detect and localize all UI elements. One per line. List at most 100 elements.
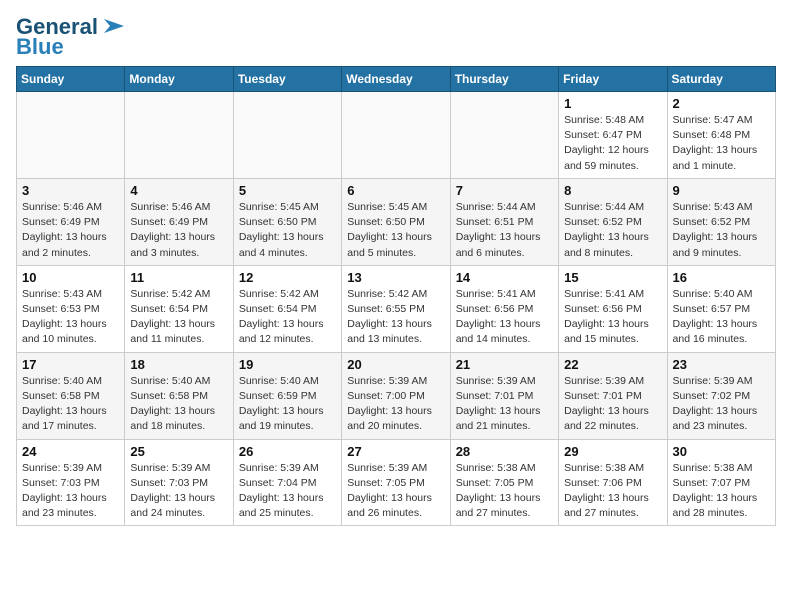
day-info: Sunrise: 5:38 AM Sunset: 7:05 PM Dayligh… bbox=[456, 461, 553, 522]
day-info: Sunrise: 5:44 AM Sunset: 6:51 PM Dayligh… bbox=[456, 200, 553, 261]
day-number: 16 bbox=[673, 270, 770, 285]
calendar-cell: 5Sunrise: 5:45 AM Sunset: 6:50 PM Daylig… bbox=[233, 178, 341, 265]
calendar-cell: 23 Sunrise: 5:39 AM Sunset: 7:02 PM Dayli… bbox=[667, 352, 775, 439]
day-number: 20 bbox=[347, 357, 444, 372]
logo-blue: Blue bbox=[16, 36, 64, 58]
day-info: Sunrise: 5:39 AM Sunset: 7:02 PM Dayligh… bbox=[673, 374, 770, 435]
calendar-cell: 18 Sunrise: 5:40 AM Sunset: 6:58 PM Dayli… bbox=[125, 352, 233, 439]
calendar-header-tuesday: Tuesday bbox=[233, 67, 341, 92]
calendar-cell: 29 Sunrise: 5:38 AM Sunset: 7:06 PM Dayli… bbox=[559, 439, 667, 526]
calendar-cell: 12Sunrise: 5:42 AM Sunset: 6:54 PM Dayli… bbox=[233, 265, 341, 352]
day-number: 3 bbox=[22, 183, 119, 198]
calendar-cell: 4 Sunrise: 5:46 AM Sunset: 6:49 PM Daylig… bbox=[125, 178, 233, 265]
calendar-cell: 24 Sunrise: 5:39 AM Sunset: 7:03 PM Dayli… bbox=[17, 439, 125, 526]
calendar-body: 1 Sunrise: 5:48 AM Sunset: 6:47 PM Daylig… bbox=[17, 92, 776, 526]
day-info: Sunrise: 5:46 AM Sunset: 6:49 PM Dayligh… bbox=[22, 200, 119, 261]
day-number: 24 bbox=[22, 444, 119, 459]
day-info: Sunrise: 5:41 AM Sunset: 6:56 PM Dayligh… bbox=[564, 287, 661, 348]
calendar-cell bbox=[342, 92, 450, 179]
day-number: 25 bbox=[130, 444, 227, 459]
day-number: 19 bbox=[239, 357, 336, 372]
day-info: Sunrise: 5:45 AM Sunset: 6:50 PM Dayligh… bbox=[347, 200, 444, 261]
calendar-cell: 26 Sunrise: 5:39 AM Sunset: 7:04 PM Dayli… bbox=[233, 439, 341, 526]
day-info: Sunrise: 5:44 AM Sunset: 6:52 PM Dayligh… bbox=[564, 200, 661, 261]
day-number: 10 bbox=[22, 270, 119, 285]
calendar-header-sunday: Sunday bbox=[17, 67, 125, 92]
calendar-cell: 19 Sunrise: 5:40 AM Sunset: 6:59 PM Dayli… bbox=[233, 352, 341, 439]
calendar-header: SundayMondayTuesdayWednesdayThursdayFrid… bbox=[17, 67, 776, 92]
logo-arrow-icon bbox=[100, 15, 128, 37]
calendar-header-wednesday: Wednesday bbox=[342, 67, 450, 92]
logo: General Blue bbox=[16, 16, 128, 58]
calendar-table: SundayMondayTuesdayWednesdayThursdayFrid… bbox=[16, 66, 776, 526]
day-info: Sunrise: 5:40 AM Sunset: 6:59 PM Dayligh… bbox=[239, 374, 336, 435]
day-info: Sunrise: 5:39 AM Sunset: 7:04 PM Dayligh… bbox=[239, 461, 336, 522]
calendar-cell: 8Sunrise: 5:44 AM Sunset: 6:52 PM Daylig… bbox=[559, 178, 667, 265]
day-info: Sunrise: 5:40 AM Sunset: 6:58 PM Dayligh… bbox=[130, 374, 227, 435]
calendar-cell: 13Sunrise: 5:42 AM Sunset: 6:55 PM Dayli… bbox=[342, 265, 450, 352]
day-info: Sunrise: 5:40 AM Sunset: 6:58 PM Dayligh… bbox=[22, 374, 119, 435]
calendar-cell bbox=[17, 92, 125, 179]
calendar-cell bbox=[450, 92, 558, 179]
day-info: Sunrise: 5:46 AM Sunset: 6:49 PM Dayligh… bbox=[130, 200, 227, 261]
day-info: Sunrise: 5:47 AM Sunset: 6:48 PM Dayligh… bbox=[673, 113, 770, 174]
calendar-cell: 25 Sunrise: 5:39 AM Sunset: 7:03 PM Dayli… bbox=[125, 439, 233, 526]
calendar-cell: 10 Sunrise: 5:43 AM Sunset: 6:53 PM Dayli… bbox=[17, 265, 125, 352]
day-info: Sunrise: 5:42 AM Sunset: 6:55 PM Dayligh… bbox=[347, 287, 444, 348]
calendar-cell: 27 Sunrise: 5:39 AM Sunset: 7:05 PM Dayli… bbox=[342, 439, 450, 526]
day-number: 30 bbox=[673, 444, 770, 459]
calendar-cell: 2 Sunrise: 5:47 AM Sunset: 6:48 PM Daylig… bbox=[667, 92, 775, 179]
calendar-cell: 28 Sunrise: 5:38 AM Sunset: 7:05 PM Dayli… bbox=[450, 439, 558, 526]
calendar-cell: 14Sunrise: 5:41 AM Sunset: 6:56 PM Dayli… bbox=[450, 265, 558, 352]
calendar-cell: 16 Sunrise: 5:40 AM Sunset: 6:57 PM Dayli… bbox=[667, 265, 775, 352]
day-number: 28 bbox=[456, 444, 553, 459]
day-number: 9 bbox=[673, 183, 770, 198]
day-info: Sunrise: 5:40 AM Sunset: 6:57 PM Dayligh… bbox=[673, 287, 770, 348]
day-number: 26 bbox=[239, 444, 336, 459]
calendar-cell bbox=[233, 92, 341, 179]
calendar-cell: 6 Sunrise: 5:45 AM Sunset: 6:50 PM Daylig… bbox=[342, 178, 450, 265]
calendar-cell: 9 Sunrise: 5:43 AM Sunset: 6:52 PM Daylig… bbox=[667, 178, 775, 265]
calendar-header-saturday: Saturday bbox=[667, 67, 775, 92]
day-info: Sunrise: 5:42 AM Sunset: 6:54 PM Dayligh… bbox=[130, 287, 227, 348]
day-number: 23 bbox=[673, 357, 770, 372]
day-number: 18 bbox=[130, 357, 227, 372]
day-info: Sunrise: 5:39 AM Sunset: 7:03 PM Dayligh… bbox=[22, 461, 119, 522]
day-info: Sunrise: 5:38 AM Sunset: 7:07 PM Dayligh… bbox=[673, 461, 770, 522]
day-number: 17 bbox=[22, 357, 119, 372]
day-number: 1 bbox=[564, 96, 661, 111]
day-info: Sunrise: 5:43 AM Sunset: 6:53 PM Dayligh… bbox=[22, 287, 119, 348]
day-number: 4 bbox=[130, 183, 227, 198]
day-number: 22 bbox=[564, 357, 661, 372]
day-info: Sunrise: 5:38 AM Sunset: 7:06 PM Dayligh… bbox=[564, 461, 661, 522]
day-number: 29 bbox=[564, 444, 661, 459]
day-number: 15 bbox=[564, 270, 661, 285]
day-number: 6 bbox=[347, 183, 444, 198]
calendar-cell: 30 Sunrise: 5:38 AM Sunset: 7:07 PM Dayli… bbox=[667, 439, 775, 526]
calendar-cell bbox=[125, 92, 233, 179]
day-info: Sunrise: 5:48 AM Sunset: 6:47 PM Dayligh… bbox=[564, 113, 661, 174]
calendar-header-thursday: Thursday bbox=[450, 67, 558, 92]
day-info: Sunrise: 5:43 AM Sunset: 6:52 PM Dayligh… bbox=[673, 200, 770, 261]
calendar-cell: 7 Sunrise: 5:44 AM Sunset: 6:51 PM Daylig… bbox=[450, 178, 558, 265]
day-number: 27 bbox=[347, 444, 444, 459]
calendar-cell: 15 Sunrise: 5:41 AM Sunset: 6:56 PM Dayli… bbox=[559, 265, 667, 352]
calendar-cell: 22 Sunrise: 5:39 AM Sunset: 7:01 PM Dayli… bbox=[559, 352, 667, 439]
day-number: 2 bbox=[673, 96, 770, 111]
day-number: 11 bbox=[130, 270, 227, 285]
day-number: 7 bbox=[456, 183, 553, 198]
day-info: Sunrise: 5:39 AM Sunset: 7:00 PM Dayligh… bbox=[347, 374, 444, 435]
day-info: Sunrise: 5:41 AM Sunset: 6:56 PM Dayligh… bbox=[456, 287, 553, 348]
calendar-cell: 17 Sunrise: 5:40 AM Sunset: 6:58 PM Dayli… bbox=[17, 352, 125, 439]
day-number: 12 bbox=[239, 270, 336, 285]
day-info: Sunrise: 5:39 AM Sunset: 7:03 PM Dayligh… bbox=[130, 461, 227, 522]
calendar-cell: 3 Sunrise: 5:46 AM Sunset: 6:49 PM Daylig… bbox=[17, 178, 125, 265]
page-header: General Blue bbox=[16, 16, 776, 58]
calendar-cell: 20 Sunrise: 5:39 AM Sunset: 7:00 PM Dayli… bbox=[342, 352, 450, 439]
day-info: Sunrise: 5:39 AM Sunset: 7:05 PM Dayligh… bbox=[347, 461, 444, 522]
calendar-header-monday: Monday bbox=[125, 67, 233, 92]
calendar-cell: 1 Sunrise: 5:48 AM Sunset: 6:47 PM Daylig… bbox=[559, 92, 667, 179]
day-info: Sunrise: 5:39 AM Sunset: 7:01 PM Dayligh… bbox=[564, 374, 661, 435]
day-number: 21 bbox=[456, 357, 553, 372]
day-info: Sunrise: 5:39 AM Sunset: 7:01 PM Dayligh… bbox=[456, 374, 553, 435]
